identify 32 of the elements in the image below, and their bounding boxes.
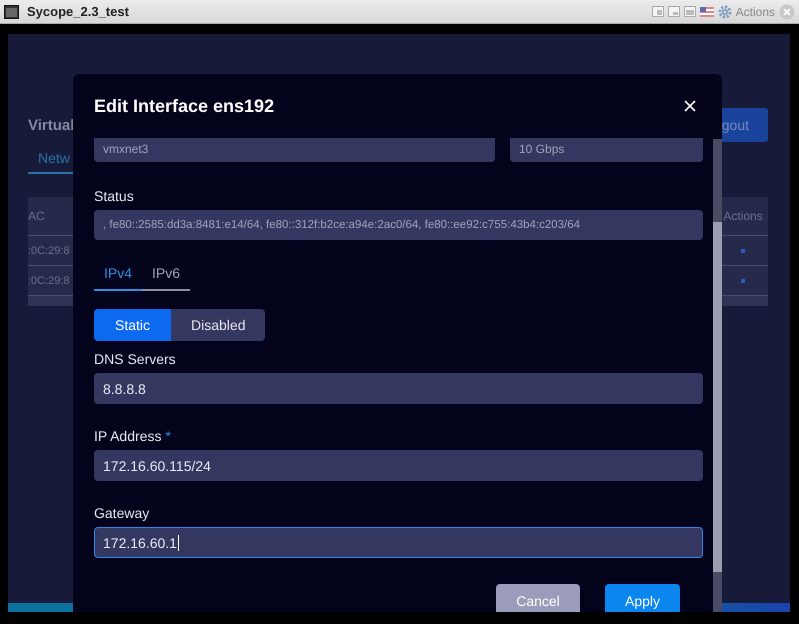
terminal-icon (4, 4, 19, 18)
window-minimize-icon[interactable] (668, 6, 680, 17)
input-field[interactable]: 8.8.8.8 (94, 373, 703, 404)
window-title: Sycope_2.3_test (27, 4, 130, 19)
input-field[interactable]: , fe80::2585:dd3a:8481:e14/64, fe80::312f:b2ce:a94e:2ac0/64, fe80::ee92:c755:43b4:c203/64 (94, 210, 703, 240)
input-field[interactable]: vmxnet3 (94, 138, 495, 162)
column-header: AC (28, 209, 45, 223)
input-field[interactable]: 10 Gbps (510, 138, 703, 162)
apply-button[interactable]: Apply (605, 584, 680, 612)
window-restore-icon[interactable] (652, 6, 664, 17)
tab[interactable]: IPv6 (142, 259, 190, 291)
field-label: IP Address * (94, 428, 172, 444)
input-field[interactable]: 172.16.60.1 (94, 527, 703, 558)
tab[interactable]: IPv4 (94, 259, 142, 291)
flag-icon[interactable] (700, 6, 714, 16)
cancel-button[interactable]: Cancel (496, 584, 580, 612)
scrollbar[interactable] (713, 139, 722, 612)
gear-icon[interactable] (718, 4, 732, 18)
input-field[interactable]: 172.16.60.115/24 (94, 450, 703, 481)
field-label: Status (94, 188, 135, 204)
mode-toggle[interactable]: Disabled (171, 309, 266, 341)
field-label: Gateway (94, 505, 150, 521)
column-header: Actions (722, 209, 764, 223)
table-cell: :0C:29:8 (28, 274, 70, 286)
window-maximize-icon[interactable] (684, 6, 696, 17)
page-heading: Virtual (28, 116, 74, 134)
close-icon[interactable] (684, 100, 696, 112)
field-label: DNS Servers (94, 351, 177, 367)
mode-toggle[interactable]: Static (94, 309, 171, 341)
dialog-title: Edit Interface ens192 (94, 96, 274, 116)
actions-menu[interactable]: Actions (736, 4, 775, 18)
table-cell: :0C:29:8 (28, 244, 70, 256)
